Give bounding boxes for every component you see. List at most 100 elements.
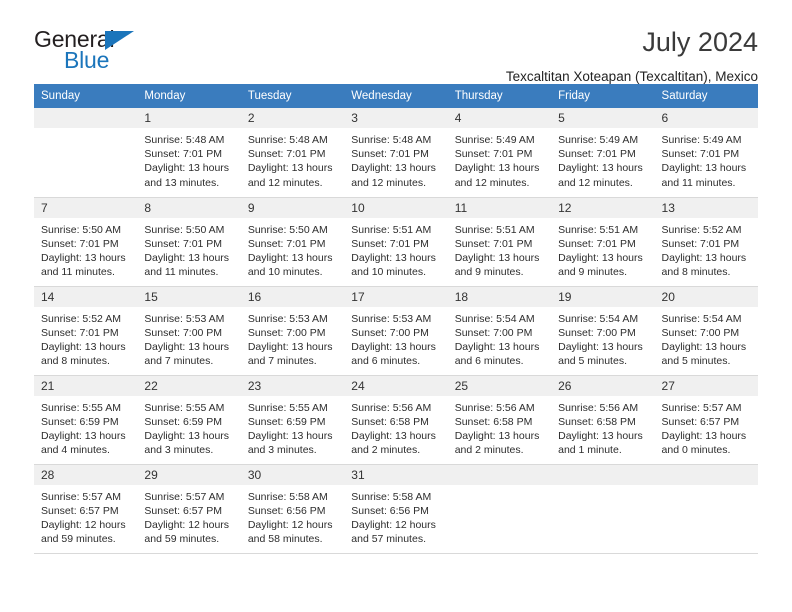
title-block: July 2024 Texcaltitan Xoteapan (Texcalti… (506, 27, 758, 85)
sunrise-text: Sunrise: 5:58 AM (351, 490, 432, 503)
day-number: 11 (447, 197, 552, 218)
daylight-text: Daylight: 13 hours (661, 429, 747, 442)
daylight-text: Daylight: 13 hours (144, 340, 230, 353)
daylight-text: Daylight: 13 hours (558, 429, 643, 442)
calendar-day-cell[interactable]: 5 Sunrise: 5:49 AM Sunset: 7:01 PM Daylight… (551, 108, 655, 198)
sunrise-text: Sunrise: 5:54 AM (454, 312, 535, 325)
calendar-day-cell[interactable]: 28 Sunrise: 5:57 AM Sunset: 6:57 PM Dayligh… (34, 463, 138, 554)
page-header: General Blue July 2024 Texcaltitan Xotea… (34, 0, 758, 83)
day-details: Sunrise: 5:48 AM Sunset: 7:01 PM Daylight:… (137, 128, 240, 190)
daylight-text: and 11 minutes. (144, 266, 219, 279)
daylight-text: Daylight: 13 hours (41, 340, 126, 353)
sunrise-text: Sunrise: 5:53 AM (351, 312, 432, 325)
calendar-day-cell[interactable]: 6 Sunrise: 5:49 AM Sunset: 7:01 PM Daylight… (654, 108, 758, 198)
calendar-day-cell[interactable]: 31 Sunrise: 5:58 AM Sunset: 6:56 PM Dayligh… (344, 463, 448, 554)
day-number (447, 464, 552, 485)
calendar-week-row: 1 Sunrise: 5:48 AM Sunset: 7:01 PM Daylight… (34, 108, 758, 198)
day-number: 25 (447, 375, 552, 396)
sunrise-text: Sunrise: 5:50 AM (41, 223, 121, 236)
sunset-text: Sunset: 7:00 PM (144, 326, 223, 339)
day-details: Sunrise: 5:49 AM Sunset: 7:01 PM Daylight:… (551, 128, 654, 190)
day-number: 30 (240, 464, 345, 485)
daylight-text: and 10 minutes. (247, 266, 323, 279)
calendar-day-cell[interactable]: 23 Sunrise: 5:55 AM Sunset: 6:59 PM Dayligh… (240, 374, 345, 465)
day-details: Sunrise: 5:54 AM Sunset: 7:00 PM Daylight:… (655, 307, 758, 369)
daylight-text: and 11 minutes. (661, 176, 736, 189)
daylight-text: and 5 minutes. (661, 355, 731, 368)
day-details: Sunrise: 5:55 AM Sunset: 6:59 PM Daylight:… (34, 396, 137, 458)
sunset-text: Sunset: 7:01 PM (558, 237, 636, 250)
sunset-text: Sunset: 7:01 PM (247, 148, 326, 161)
day-details: Sunrise: 5:53 AM Sunset: 7:00 PM Daylight:… (137, 307, 240, 369)
day-details: Sunrise: 5:54 AM Sunset: 7:00 PM Daylight:… (448, 307, 551, 369)
sunset-text: Sunset: 6:59 PM (144, 415, 223, 428)
sunset-text: Sunset: 7:00 PM (247, 326, 326, 339)
calendar-week-row: 21 Sunrise: 5:55 AM Sunset: 6:59 PM Dayligh… (34, 374, 758, 465)
calendar-day-cell[interactable]: 19 Sunrise: 5:54 AM Sunset: 7:00 PM Dayligh… (551, 285, 655, 376)
daylight-text: Daylight: 13 hours (247, 162, 333, 175)
daylight-text: and 8 minutes. (661, 266, 731, 279)
day-details: Sunrise: 5:49 AM Sunset: 7:01 PM Daylight:… (655, 128, 758, 190)
sunrise-text: Sunrise: 5:55 AM (247, 401, 328, 414)
calendar-day-cell[interactable]: 29 Sunrise: 5:57 AM Sunset: 6:57 PM Dayligh… (137, 463, 241, 554)
sunset-text: Sunset: 6:58 PM (558, 415, 636, 428)
day-details: Sunrise: 5:50 AM Sunset: 7:01 PM Daylight:… (241, 218, 344, 280)
calendar-day-cell[interactable]: 12 Sunrise: 5:51 AM Sunset: 7:01 PM Dayligh… (551, 196, 655, 287)
day-details (551, 485, 654, 490)
day-details (448, 485, 551, 490)
calendar-day-cell[interactable]: 20 Sunrise: 5:54 AM Sunset: 7:00 PM Dayligh… (654, 285, 758, 376)
calendar-day-cell[interactable]: 14 Sunrise: 5:52 AM Sunset: 7:01 PM Dayligh… (34, 285, 138, 376)
sunset-text: Sunset: 7:00 PM (558, 326, 636, 339)
calendar-day-cell[interactable]: 7 Sunrise: 5:50 AM Sunset: 7:01 PM Daylight… (34, 196, 138, 287)
day-details: Sunrise: 5:51 AM Sunset: 7:01 PM Daylight:… (344, 218, 447, 280)
calendar-day-cell[interactable]: 24 Sunrise: 5:56 AM Sunset: 6:58 PM Dayligh… (344, 374, 448, 465)
sunrise-text: Sunrise: 5:54 AM (558, 312, 639, 325)
calendar-day-cell[interactable]: 26 Sunrise: 5:56 AM Sunset: 6:58 PM Dayligh… (551, 374, 655, 465)
calendar-day-cell[interactable]: 30 Sunrise: 5:58 AM Sunset: 6:56 PM Dayligh… (240, 463, 345, 554)
sunrise-text: Sunrise: 5:50 AM (144, 223, 225, 236)
calendar-day-cell[interactable]: 10 Sunrise: 5:51 AM Sunset: 7:01 PM Dayligh… (344, 196, 448, 287)
day-number: 22 (137, 375, 241, 396)
calendar-day-cell[interactable]: 3 Sunrise: 5:48 AM Sunset: 7:01 PM Daylight… (344, 108, 448, 198)
daylight-text: and 12 minutes. (558, 176, 633, 189)
day-number: 24 (344, 375, 448, 396)
calendar-day-cell[interactable]: 27 Sunrise: 5:57 AM Sunset: 6:57 PM Dayligh… (654, 374, 758, 465)
daylight-text: Daylight: 13 hours (247, 429, 333, 442)
calendar-day-cell[interactable]: 25 Sunrise: 5:56 AM Sunset: 6:58 PM Dayligh… (447, 374, 552, 465)
calendar-day-cell[interactable]: 16 Sunrise: 5:53 AM Sunset: 7:00 PM Dayligh… (240, 285, 345, 376)
calendar-day-cell[interactable]: 17 Sunrise: 5:53 AM Sunset: 7:00 PM Dayligh… (344, 285, 448, 376)
day-number: 16 (240, 286, 345, 307)
daylight-text: and 9 minutes. (558, 266, 627, 279)
calendar-day-cell[interactable]: 22 Sunrise: 5:55 AM Sunset: 6:59 PM Dayligh… (137, 374, 241, 465)
day-number: 6 (654, 108, 758, 128)
daylight-text: Daylight: 13 hours (661, 162, 747, 175)
daylight-text: and 7 minutes. (247, 355, 317, 368)
day-number: 26 (551, 375, 655, 396)
calendar-day-cell[interactable]: 21 Sunrise: 5:55 AM Sunset: 6:59 PM Dayligh… (34, 374, 138, 465)
daylight-text: and 59 minutes. (144, 533, 220, 546)
weekday-header-friday: Friday (551, 84, 655, 108)
daylight-text: Daylight: 13 hours (41, 251, 126, 264)
sunrise-text: Sunrise: 5:51 AM (351, 223, 432, 236)
calendar-day-cell[interactable]: 9 Sunrise: 5:50 AM Sunset: 7:01 PM Daylight… (240, 196, 345, 287)
day-details: Sunrise: 5:58 AM Sunset: 6:56 PM Daylight:… (344, 485, 447, 547)
calendar-day-cell[interactable]: 1 Sunrise: 5:48 AM Sunset: 7:01 PM Daylight… (137, 108, 241, 198)
calendar-day-cell[interactable]: 8 Sunrise: 5:50 AM Sunset: 7:01 PM Daylight… (137, 196, 241, 287)
day-details: Sunrise: 5:57 AM Sunset: 6:57 PM Daylight:… (34, 485, 137, 547)
sunrise-text: Sunrise: 5:57 AM (144, 490, 225, 503)
calendar-day-cell[interactable]: 13 Sunrise: 5:52 AM Sunset: 7:01 PM Dayligh… (654, 196, 758, 287)
calendar-day-cell[interactable]: 18 Sunrise: 5:54 AM Sunset: 7:00 PM Dayligh… (447, 285, 552, 376)
calendar-day-cell[interactable]: 11 Sunrise: 5:51 AM Sunset: 7:01 PM Dayligh… (447, 196, 552, 287)
calendar-day-cell[interactable]: 4 Sunrise: 5:49 AM Sunset: 7:01 PM Daylight… (447, 108, 552, 198)
day-details: Sunrise: 5:57 AM Sunset: 6:57 PM Daylight:… (137, 485, 240, 547)
sunset-text: Sunset: 6:58 PM (454, 415, 533, 428)
calendar-body: 1 Sunrise: 5:48 AM Sunset: 7:01 PM Daylight… (34, 108, 758, 554)
daylight-text: and 9 minutes. (454, 266, 524, 279)
sunrise-text: Sunrise: 5:52 AM (41, 312, 121, 325)
calendar-day-cell[interactable]: 2 Sunrise: 5:48 AM Sunset: 7:01 PM Daylight… (240, 108, 345, 198)
sunrise-text: Sunrise: 5:48 AM (247, 134, 328, 146)
daylight-text: and 59 minutes. (41, 533, 116, 546)
calendar-day-cell[interactable]: 15 Sunrise: 5:53 AM Sunset: 7:00 PM Dayligh… (137, 285, 241, 376)
day-number: 15 (137, 286, 241, 307)
daylight-text: and 1 minute. (558, 444, 622, 457)
